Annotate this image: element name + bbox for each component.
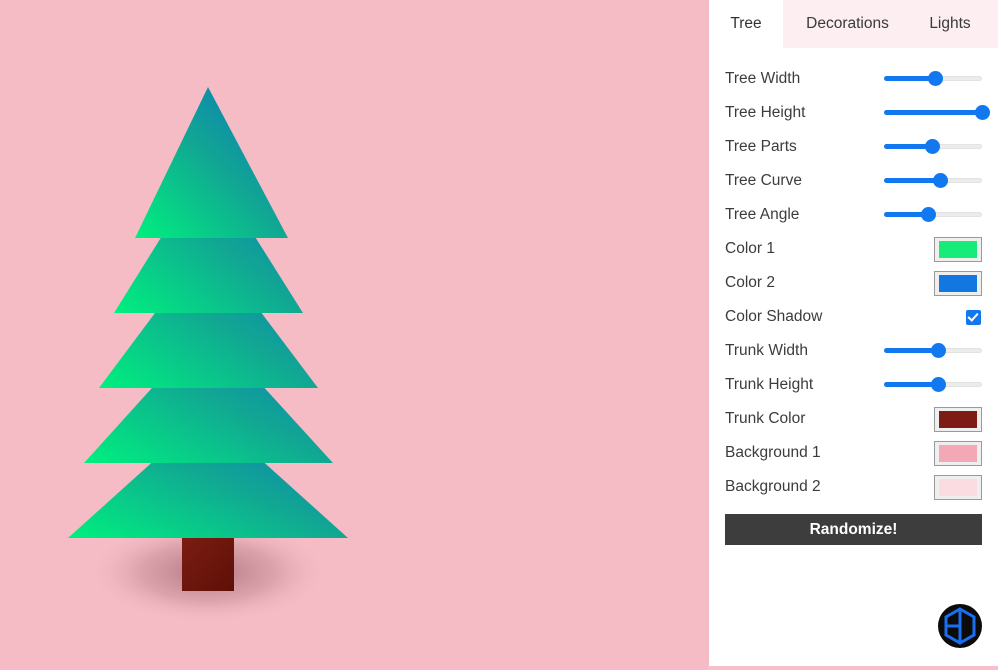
control-row-color-shadow: Color Shadow [725,300,982,334]
color-swatch-background-2[interactable] [934,474,982,500]
color-swatch-color-2[interactable] [934,270,982,296]
slider-trunk-width[interactable] [884,342,982,360]
color-chip [939,478,977,496]
slider-trunk-height[interactable] [884,376,982,394]
label-color-1: Color 1 [725,240,775,258]
label-color-shadow: Color Shadow [725,308,823,326]
label-trunk-height: Trunk Height [725,376,814,394]
control-row-trunk-color: Trunk Color [725,402,982,436]
color-chip [939,410,977,428]
control-row-tree-parts: Tree Parts [725,130,982,164]
control-row-tree-width: Tree Width [725,62,982,96]
control-row-trunk-width: Trunk Width [725,334,982,368]
checkbox-color-shadow[interactable] [966,309,981,325]
tree-illustration [68,87,348,624]
tab-bar: Tree Decorations Lights [709,0,998,48]
slider-tree-curve[interactable] [884,172,982,190]
slider-thumb[interactable] [925,139,941,154]
tab-decorations-label: Decorations [806,15,889,32]
slider-thumb[interactable] [975,105,990,120]
label-tree-curve: Tree Curve [725,172,802,190]
tree-trunk [182,534,234,591]
color-swatch-background-1[interactable] [934,440,982,466]
control-row-color-2: Color 2 [725,266,982,300]
control-row-background-1: Background 1 [725,436,982,470]
tab-decorations[interactable]: Decorations [783,0,912,48]
randomize-button-wrap: Randomize! [709,504,998,545]
control-row-tree-curve: Tree Curve [725,164,982,198]
color-swatch-trunk-color[interactable] [934,406,982,432]
tree-canvas[interactable] [0,0,708,670]
app-root: Tree Decorations Lights Tree Width Tree … [0,0,998,670]
slider-thumb[interactable] [930,377,946,392]
slider-thumb[interactable] [930,343,946,358]
randomize-button[interactable]: Randomize! [725,514,982,545]
controls-list: Tree Width Tree Height Tree Parts Tree C… [709,48,998,504]
label-color-2: Color 2 [725,274,775,292]
control-row-background-2: Background 2 [725,470,982,504]
slider-fill [884,178,940,183]
color-swatch-color-1[interactable] [934,236,982,262]
label-tree-height: Tree Height [725,104,806,122]
slider-fill [884,348,938,353]
control-row-trunk-height: Trunk Height [725,368,982,402]
control-row-tree-angle: Tree Angle [725,198,982,232]
control-row-tree-height: Tree Height [725,96,990,130]
hexagon-h-logo-icon [938,604,982,648]
tab-tree-label: Tree [730,15,762,32]
slider-thumb[interactable] [932,173,948,188]
tab-tree[interactable]: Tree [709,0,783,48]
slider-tree-height[interactable] [884,104,990,122]
label-tree-parts: Tree Parts [725,138,797,156]
slider-tree-width[interactable] [884,70,982,88]
tab-lights[interactable]: Lights [912,0,998,48]
bottom-strip [708,666,998,670]
tree-layer-1 [135,87,288,238]
color-chip [939,444,977,462]
label-background-1: Background 1 [725,444,821,462]
color-chip [939,274,977,292]
label-tree-angle: Tree Angle [725,206,800,224]
slider-tree-angle[interactable] [884,206,982,224]
color-chip [939,240,977,258]
hexagon-h-logo[interactable] [938,604,982,648]
control-panel: Tree Decorations Lights Tree Width Tree … [708,0,998,670]
label-background-2: Background 2 [725,478,821,496]
slider-fill [884,110,982,115]
slider-thumb[interactable] [921,207,937,222]
label-trunk-color: Trunk Color [725,410,806,428]
slider-fill [884,382,938,387]
label-tree-width: Tree Width [725,70,801,88]
control-row-color-1: Color 1 [725,232,982,266]
slider-thumb[interactable] [927,71,943,86]
label-trunk-width: Trunk Width [725,342,808,360]
tab-lights-label: Lights [929,15,971,32]
slider-tree-parts[interactable] [884,138,982,156]
